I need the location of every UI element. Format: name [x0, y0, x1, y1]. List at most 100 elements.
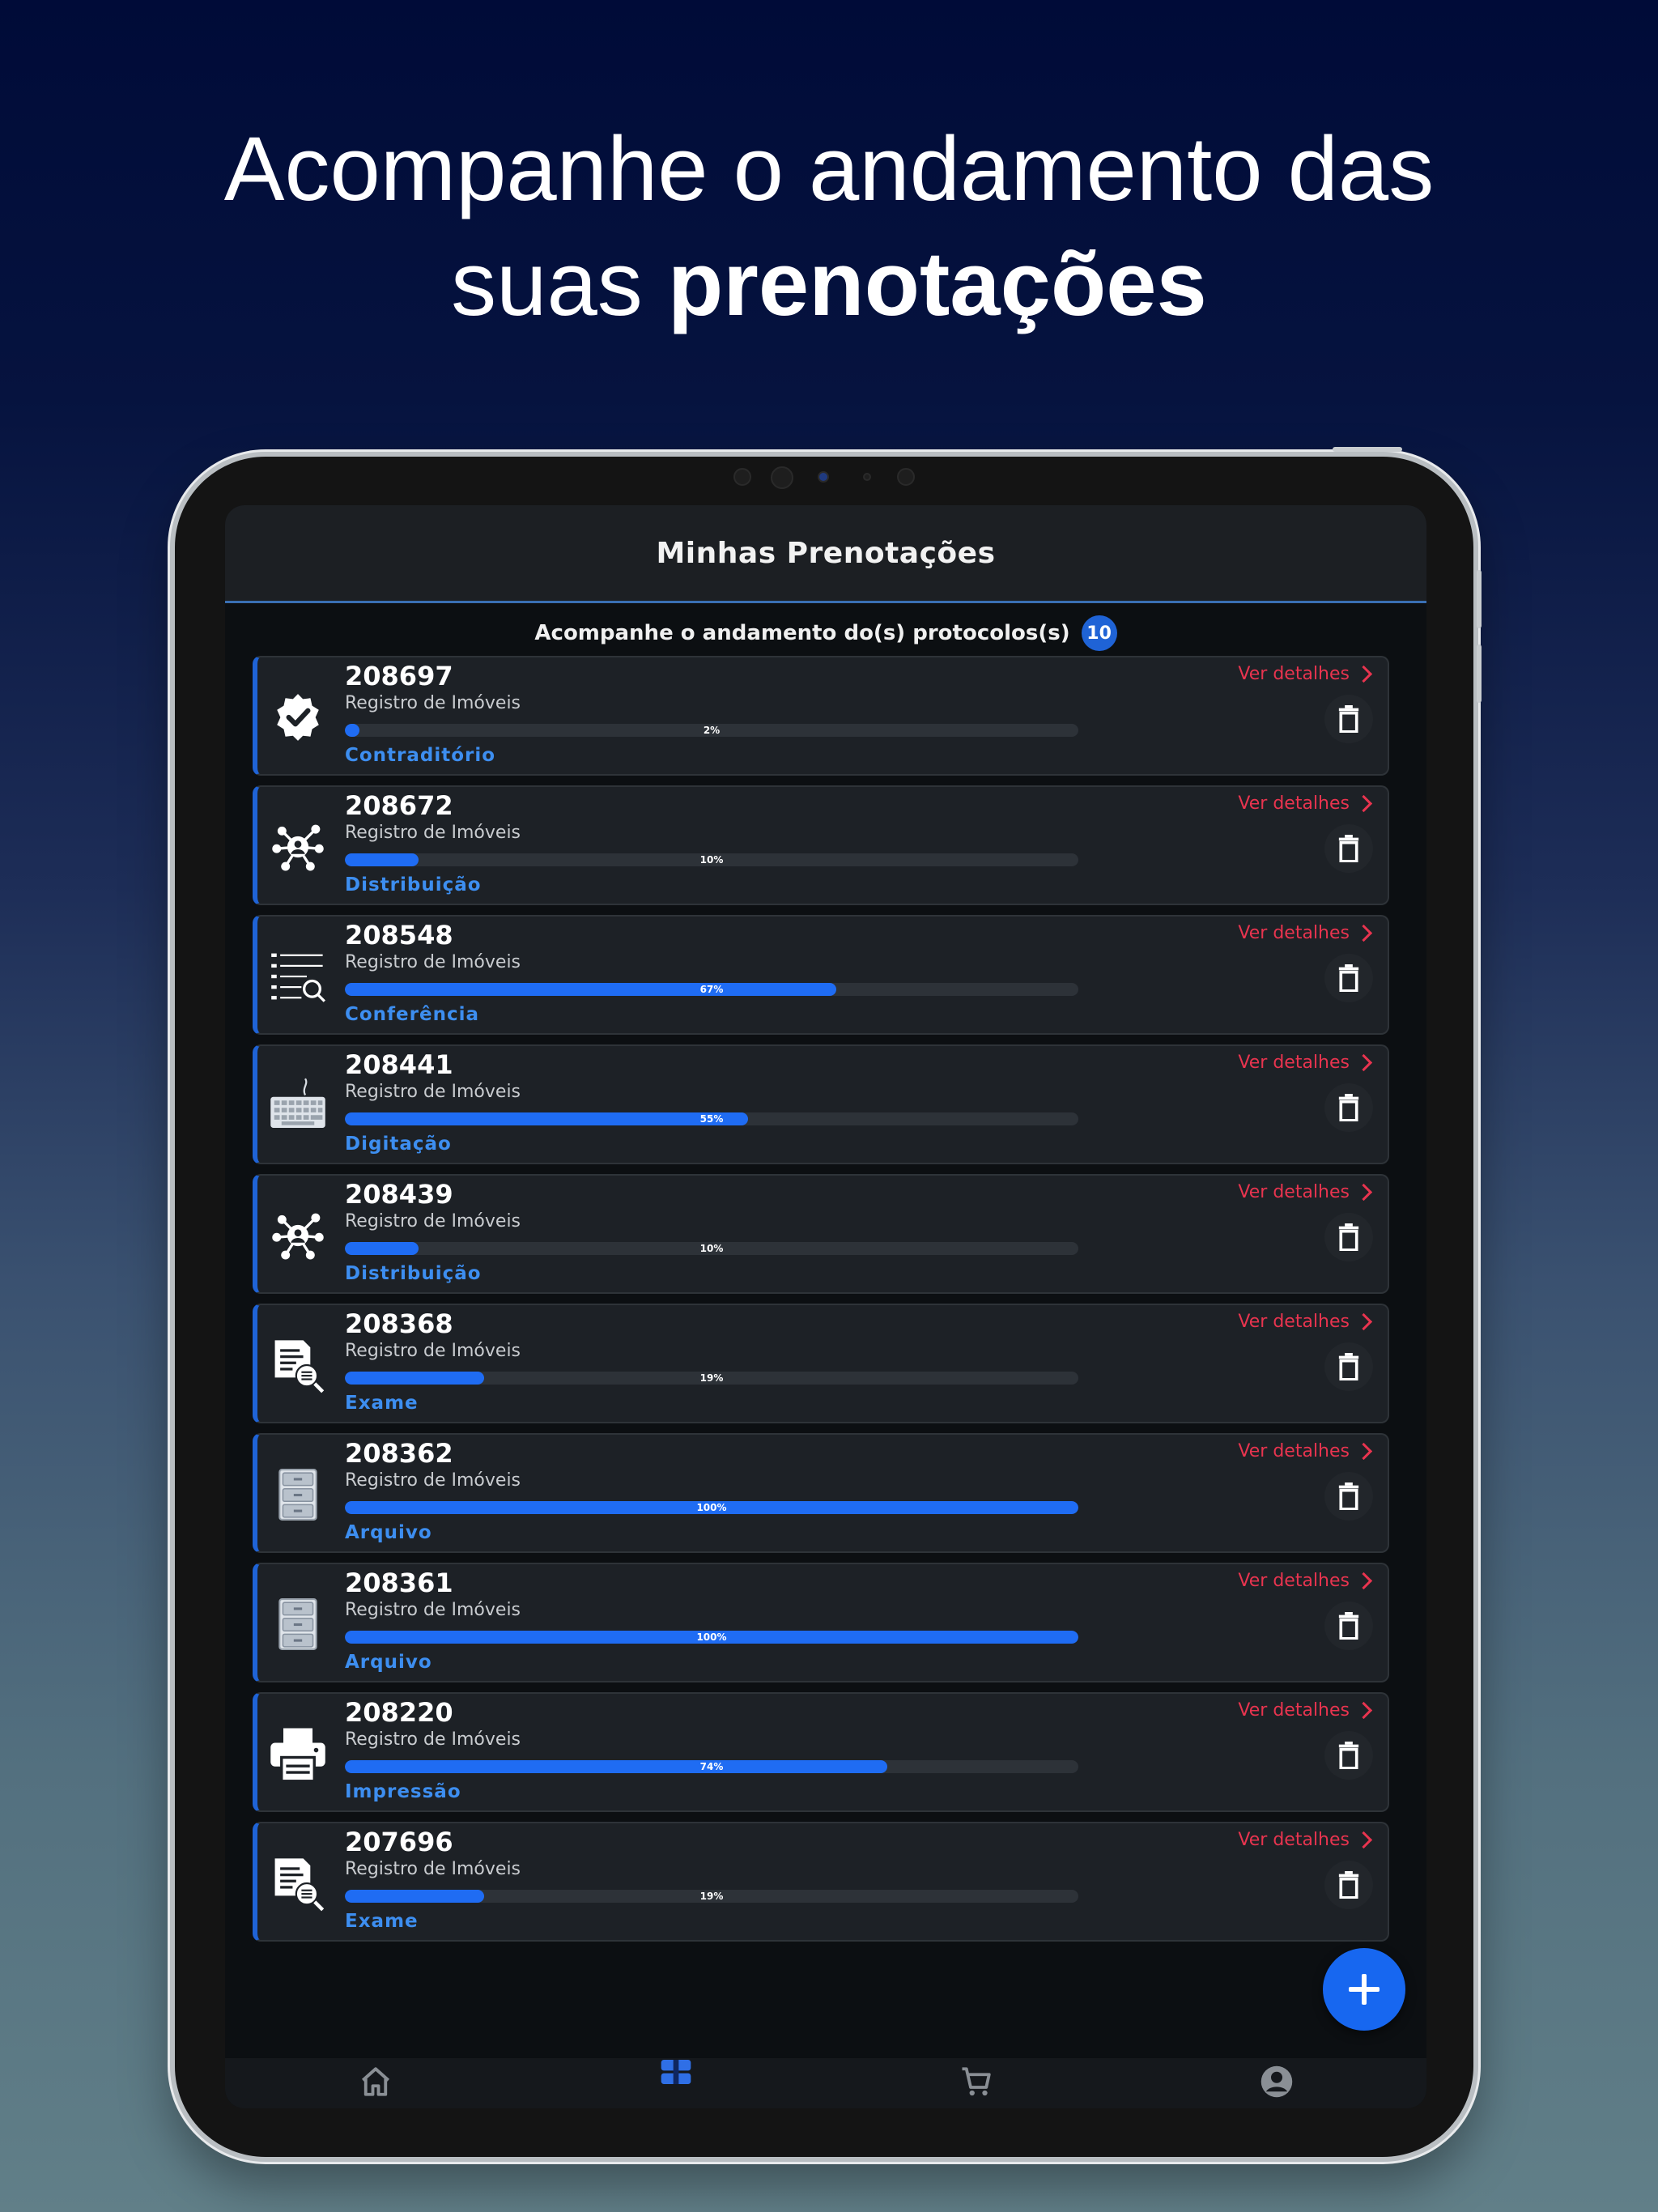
- view-details-label: Ver detalhes: [1238, 1830, 1350, 1850]
- list-search-icon: [269, 947, 327, 1006]
- chevron-right-icon: [1354, 665, 1373, 683]
- protocol-card[interactable]: 207696 Registro de Imóveis 19% Exame Ver det…: [253, 1822, 1389, 1942]
- protocol-stage: Impressão: [345, 1781, 461, 1802]
- delete-button[interactable]: [1324, 824, 1373, 873]
- distribution-network-icon: [269, 818, 327, 876]
- nav-protocols[interactable]: [627, 2058, 725, 2108]
- view-details-link[interactable]: Ver detalhes: [1238, 1312, 1373, 1332]
- view-details-label: Ver detalhes: [1238, 664, 1350, 684]
- view-details-link[interactable]: Ver detalhes: [1238, 1053, 1373, 1073]
- view-details-label: Ver detalhes: [1238, 1053, 1350, 1073]
- progress-percent: 10%: [699, 1243, 724, 1254]
- progress-bar: 100%: [345, 1501, 1078, 1514]
- protocol-card[interactable]: 208439 Registro de Imóveis 10% Distribuição…: [253, 1174, 1389, 1294]
- protocol-stage: Arquivo: [345, 1522, 432, 1543]
- protocols-count-badge: 10: [1081, 615, 1117, 651]
- protocol-stage: Distribuição: [345, 874, 482, 895]
- view-details-link[interactable]: Ver detalhes: [1238, 1700, 1373, 1721]
- protocol-stage: Conferência: [345, 1004, 480, 1025]
- protocol-card[interactable]: 208672 Registro de Imóveis 10% Distribuição…: [253, 785, 1389, 905]
- headline-line-1: Acompanhe o andamento das: [223, 118, 1435, 219]
- progress-percent: 2%: [703, 725, 721, 736]
- view-details-label: Ver detalhes: [1238, 1182, 1350, 1202]
- trash-icon: [1337, 835, 1361, 862]
- delete-button[interactable]: [1324, 695, 1373, 743]
- delete-button[interactable]: [1324, 1602, 1373, 1650]
- app-screen: Minhas Prenotações Acompanhe o andamento…: [225, 505, 1426, 2108]
- progress-bar: 74%: [345, 1760, 1078, 1773]
- progress-percent: 74%: [699, 1761, 724, 1772]
- view-details-label: Ver detalhes: [1238, 793, 1350, 814]
- protocols-summary: Acompanhe o andamento do(s) protocolos(s…: [225, 610, 1426, 656]
- protocol-type: Registro de Imóveis: [345, 1729, 521, 1750]
- view-details-link[interactable]: Ver detalhes: [1238, 1182, 1373, 1202]
- delete-button[interactable]: [1324, 1213, 1373, 1261]
- nav-account[interactable]: [1228, 2058, 1325, 2108]
- progress-percent: 100%: [696, 1631, 727, 1643]
- delete-button[interactable]: [1324, 1861, 1373, 1909]
- account-icon: [1261, 2065, 1292, 2098]
- protocol-stage: Distribuição: [345, 1263, 482, 1284]
- progress-bar: 10%: [345, 853, 1078, 866]
- chevron-right-icon: [1354, 1312, 1373, 1331]
- view-details-label: Ver detalhes: [1238, 923, 1350, 943]
- delete-button[interactable]: [1324, 954, 1373, 1002]
- progress-percent: 67%: [699, 984, 724, 995]
- protocol-number: 208362: [345, 1438, 453, 1469]
- view-details-link[interactable]: Ver detalhes: [1238, 793, 1373, 814]
- nav-home[interactable]: [327, 2058, 424, 2108]
- progress-bar: 55%: [345, 1112, 1078, 1125]
- protocol-number: 208439: [345, 1179, 453, 1210]
- document-search-icon: [269, 1336, 327, 1394]
- progress-percent: 100%: [696, 1502, 727, 1513]
- app-bar: Minhas Prenotações: [225, 505, 1426, 603]
- file-cabinet-icon: [269, 1595, 327, 1653]
- protocol-number: 208220: [345, 1697, 453, 1728]
- protocol-card[interactable]: 208697 Registro de Imóveis 2% Contraditório…: [253, 656, 1389, 776]
- view-details-link[interactable]: Ver detalhes: [1238, 1441, 1373, 1461]
- progress-bar: 19%: [345, 1890, 1078, 1903]
- protocol-type: Registro de Imóveis: [345, 1600, 521, 1620]
- chevron-right-icon: [1354, 1053, 1373, 1072]
- view-details-link[interactable]: Ver detalhes: [1238, 664, 1373, 684]
- protocol-type: Registro de Imóveis: [345, 1082, 521, 1102]
- chevron-right-icon: [1354, 1442, 1373, 1461]
- view-details-link[interactable]: Ver detalhes: [1238, 923, 1373, 943]
- chevron-right-icon: [1354, 1831, 1373, 1849]
- page-title: Minhas Prenotações: [656, 536, 996, 570]
- protocol-card[interactable]: 208548 Registro de Imóveis 67% Conferência V…: [253, 915, 1389, 1035]
- protocol-number: 208368: [345, 1308, 453, 1339]
- protocol-card[interactable]: 208368 Registro de Imóveis 19% Exame Ver det…: [253, 1304, 1389, 1423]
- protocol-card[interactable]: 208362 Registro de Imóveis 100% Arquivo Ver …: [253, 1433, 1389, 1553]
- view-details-link[interactable]: Ver detalhes: [1238, 1830, 1373, 1850]
- view-details-label: Ver detalhes: [1238, 1571, 1350, 1591]
- progress-percent: 10%: [699, 854, 724, 866]
- add-prenotation-button[interactable]: [1323, 1948, 1405, 2031]
- trash-icon: [1337, 1612, 1361, 1640]
- protocol-type: Registro de Imóveis: [345, 1211, 521, 1231]
- protocol-card[interactable]: 208361 Registro de Imóveis 100% Arquivo Ver …: [253, 1563, 1389, 1682]
- protocol-number: 208361: [345, 1568, 453, 1598]
- protocol-card[interactable]: 208220 Registro de Imóveis 74% Impressão Ver…: [253, 1692, 1389, 1812]
- protocol-number: 208441: [345, 1049, 453, 1080]
- protocol-type: Registro de Imóveis: [345, 1859, 521, 1879]
- view-details-label: Ver detalhes: [1238, 1441, 1350, 1461]
- protocol-card[interactable]: 208441 Registro de Imóveis 55% Digitação Ver…: [253, 1044, 1389, 1164]
- delete-button[interactable]: [1324, 1472, 1373, 1521]
- trash-icon: [1337, 1742, 1361, 1769]
- plus-icon: [1349, 1974, 1380, 2005]
- delete-button[interactable]: [1324, 1342, 1373, 1391]
- home-icon: [361, 2067, 389, 2096]
- protocols-icon: [661, 2060, 691, 2084]
- trash-icon: [1337, 705, 1361, 733]
- protocol-type: Registro de Imóveis: [345, 952, 521, 972]
- view-details-link[interactable]: Ver detalhes: [1238, 1571, 1373, 1591]
- chevron-right-icon: [1354, 1572, 1373, 1590]
- chevron-right-icon: [1354, 1701, 1373, 1720]
- progress-bar: 19%: [345, 1372, 1078, 1385]
- nav-cart[interactable]: [928, 2058, 1025, 2108]
- chevron-right-icon: [1354, 1183, 1373, 1202]
- delete-button[interactable]: [1324, 1731, 1373, 1780]
- delete-button[interactable]: [1324, 1083, 1373, 1132]
- distribution-network-icon: [269, 1206, 327, 1265]
